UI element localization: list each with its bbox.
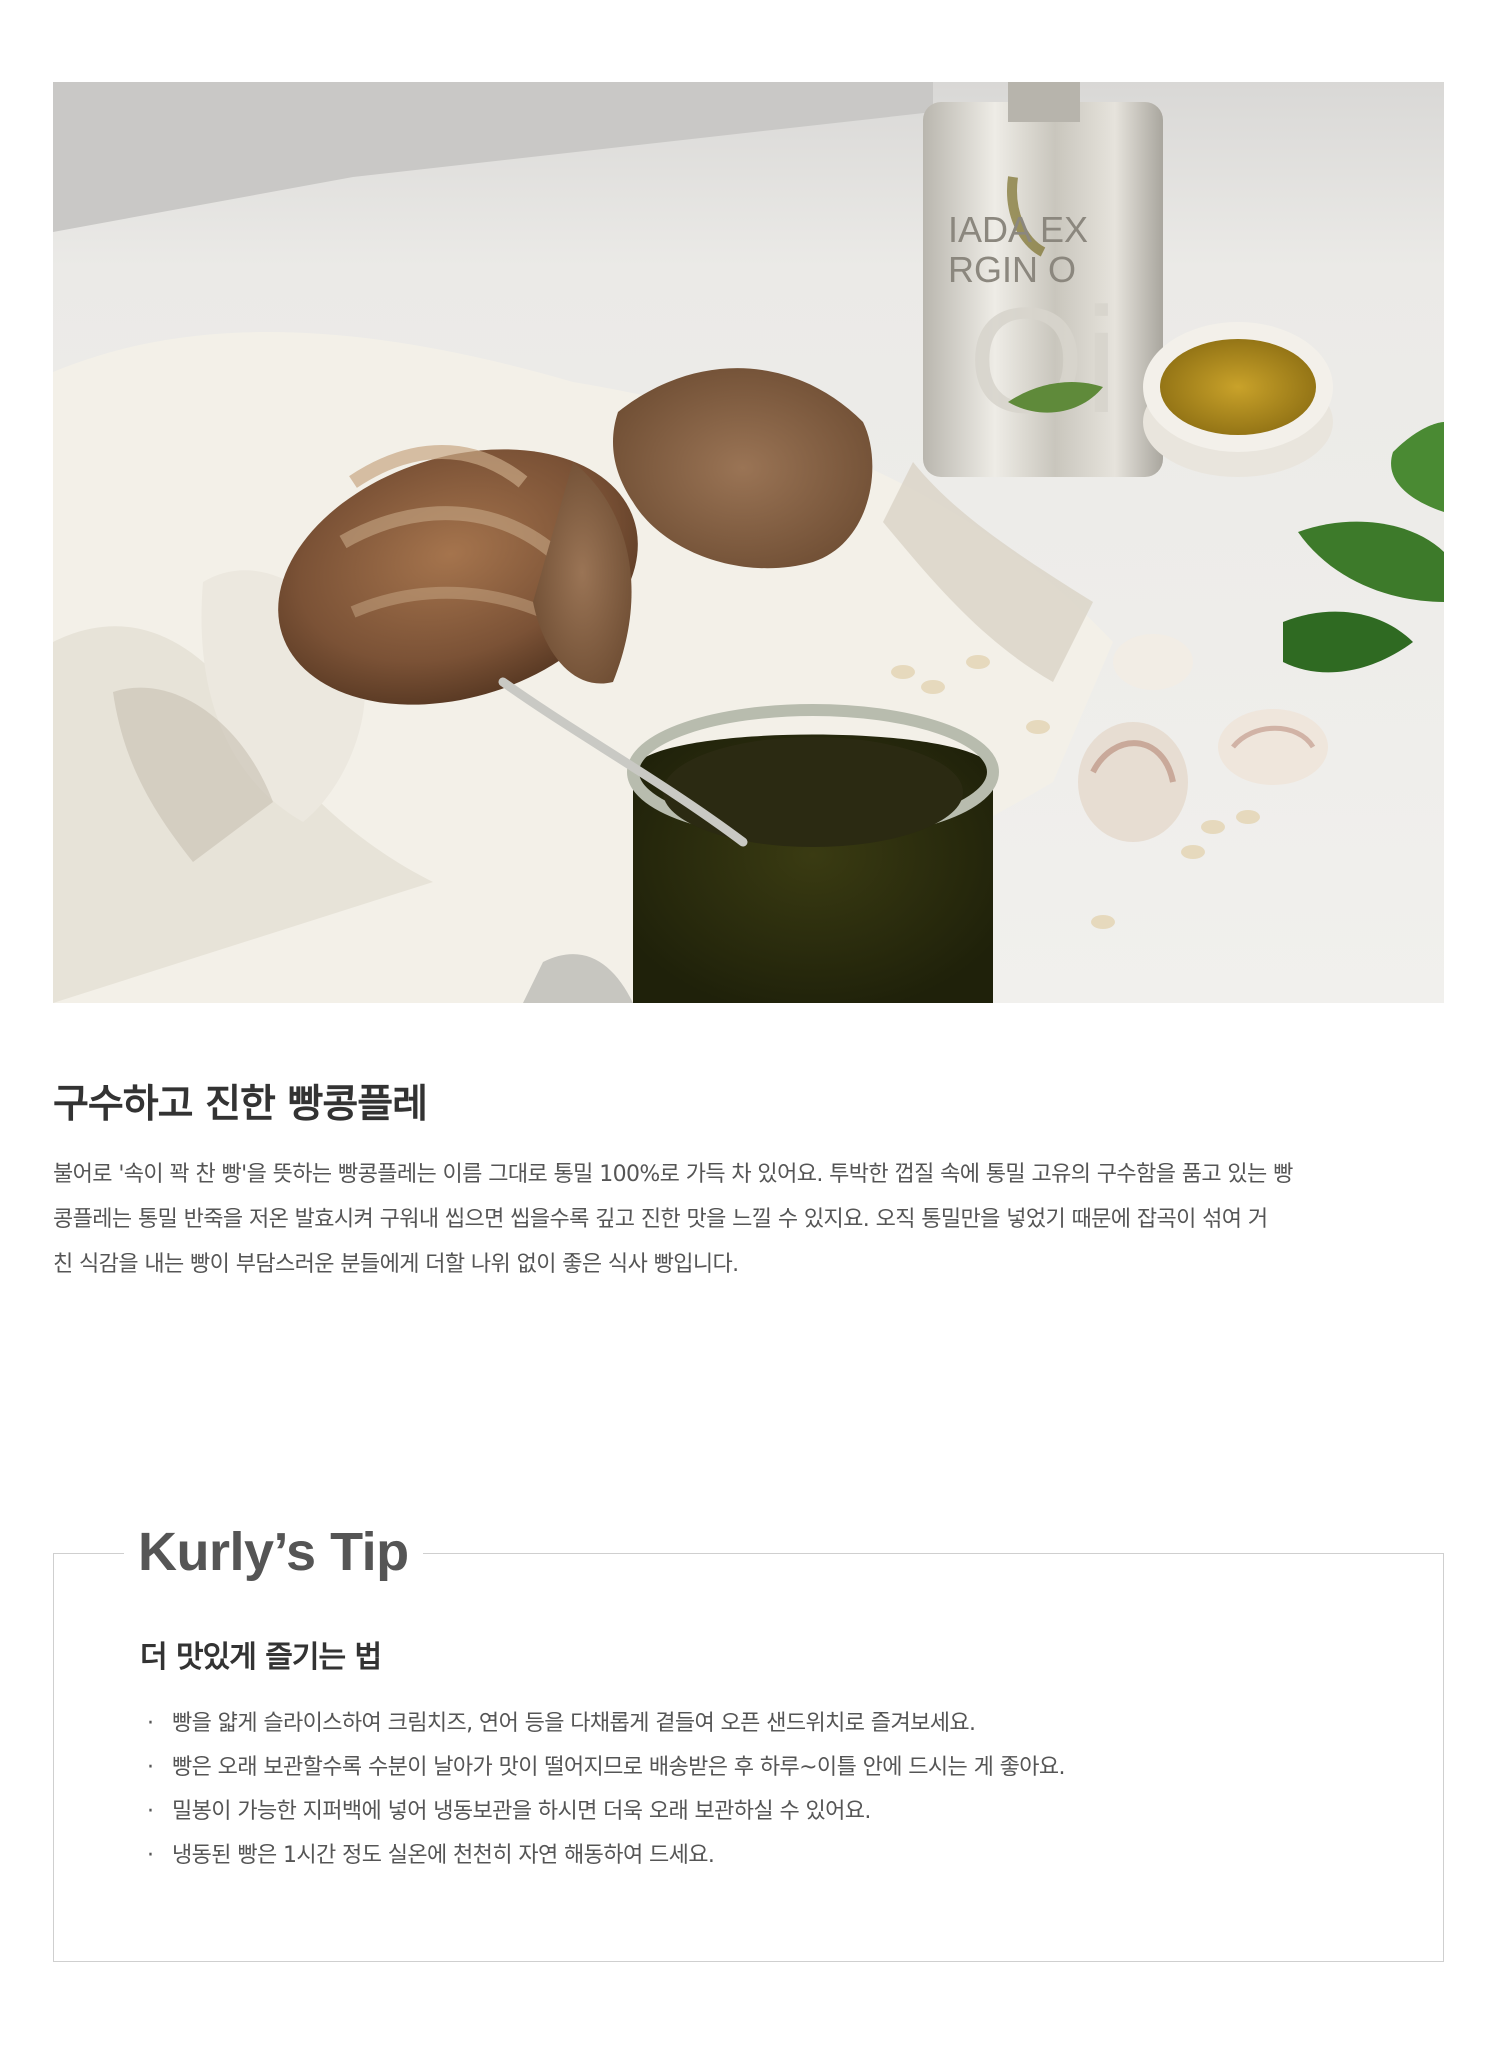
list-item: · 빵은 오래 보관할수록 수분이 날아가 맛이 떨어지므로 배송받은 후 하루… [144, 1746, 1384, 1790]
bullet-icon: · [147, 1755, 154, 1780]
list-item: · 냉동된 빵은 1시간 정도 실온에 천천히 자연 해동하여 드세요. [144, 1834, 1384, 1878]
description-line: 친 식감을 내는 빵이 부담스러운 분들에게 더할 나위 없이 좋은 식사 빵입… [53, 1252, 739, 1277]
tip-list: · 빵을 얇게 슬라이스하여 크림치즈, 연어 등을 다채롭게 곁들여 오픈 샌… [144, 1702, 1384, 1878]
tip-subtitle: 더 맛있게 즐기는 법 [140, 1640, 382, 1675]
bread-pesto-photo: IADA EX RGIN O Oi [53, 82, 1444, 1003]
tip-text: 밀봉이 가능한 지퍼백에 넣어 냉동보관을 하시면 더욱 오래 보관하실 수 있… [172, 1799, 871, 1824]
description-line: 콩플레는 통밀 반죽을 저온 발효시켜 구워내 씹으면 씹을수록 깊고 진한 맛… [53, 1207, 1268, 1232]
product-heading: 구수하고 진한 빵콩플레 [53, 1082, 428, 1127]
list-item: · 밀봉이 가능한 지퍼백에 넣어 냉동보관을 하시면 더욱 오래 보관하실 수… [144, 1790, 1384, 1834]
description-line: 불어로 '속이 꽉 찬 빵'을 뜻하는 빵콩플레는 이름 그대로 통밀 100%… [53, 1162, 1293, 1187]
bullet-icon: · [147, 1843, 154, 1868]
kurly-tip-box: Kurly’s Tip 더 맛있게 즐기는 법 · 빵을 얇게 슬라이스하여 크… [53, 1514, 1444, 1962]
tip-text: 빵을 얇게 슬라이스하여 크림치즈, 연어 등을 다채롭게 곁들여 오픈 샌드위… [172, 1711, 976, 1736]
tin-logo: Oi [968, 276, 1118, 444]
bullet-icon: · [147, 1711, 154, 1736]
tip-text: 빵은 오래 보관할수록 수분이 날아가 맛이 떨어지므로 배송받은 후 하루~이… [172, 1755, 1066, 1780]
tin-label-line-1: IADA EX [948, 209, 1088, 250]
product-photo: IADA EX RGIN O Oi [53, 82, 1444, 1003]
tip-text: 냉동된 빵은 1시간 정도 실온에 천천히 자연 해동하여 드세요. [172, 1843, 715, 1868]
tip-title: Kurly’s Tip [124, 1514, 423, 1590]
bullet-icon: · [147, 1799, 154, 1824]
product-description-section: 구수하고 진한 빵콩플레 불어로 '속이 꽉 찬 빵'을 뜻하는 빵콩플레는 이… [53, 1078, 1444, 1287]
product-description: 불어로 '속이 꽉 찬 빵'을 뜻하는 빵콩플레는 이름 그대로 통밀 100%… [53, 1152, 1444, 1287]
list-item: · 빵을 얇게 슬라이스하여 크림치즈, 연어 등을 다채롭게 곁들여 오픈 샌… [144, 1702, 1384, 1746]
